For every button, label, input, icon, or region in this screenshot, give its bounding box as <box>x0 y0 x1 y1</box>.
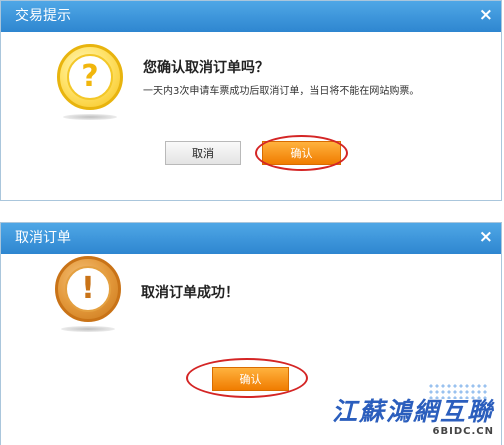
close-icon[interactable]: × <box>479 1 493 30</box>
dialog-title: 取消订单 <box>15 230 71 246</box>
close-icon[interactable]: × <box>479 223 493 252</box>
dialog-heading: 取消订单成功！ <box>141 285 239 301</box>
icon-shadow <box>63 114 117 120</box>
dialog-titlebar[interactable]: 取消订单 × <box>1 223 501 254</box>
exclamation-icon: ! <box>55 256 121 322</box>
dialog-heading: 您确认取消订单吗？ <box>143 60 269 76</box>
confirm-button[interactable]: 确认 <box>262 141 341 165</box>
icon-shadow <box>61 326 115 332</box>
dialog-message: 一天内3次申请车票成功后取消订单，当日将不能在网站购票。 <box>143 86 420 97</box>
watermark-text: 江蘇鴻網互聯 <box>331 397 494 426</box>
dialog-titlebar[interactable]: 交易提示 × <box>1 1 501 32</box>
confirm-button[interactable]: 确认 <box>212 367 289 391</box>
question-mark-icon: ? <box>57 44 123 110</box>
cancel-button[interactable]: 取消 <box>165 141 241 165</box>
dialog-title: 交易提示 <box>15 8 71 24</box>
watermark: 江蘇鴻網互聯 6BIDC.CN <box>332 392 494 437</box>
